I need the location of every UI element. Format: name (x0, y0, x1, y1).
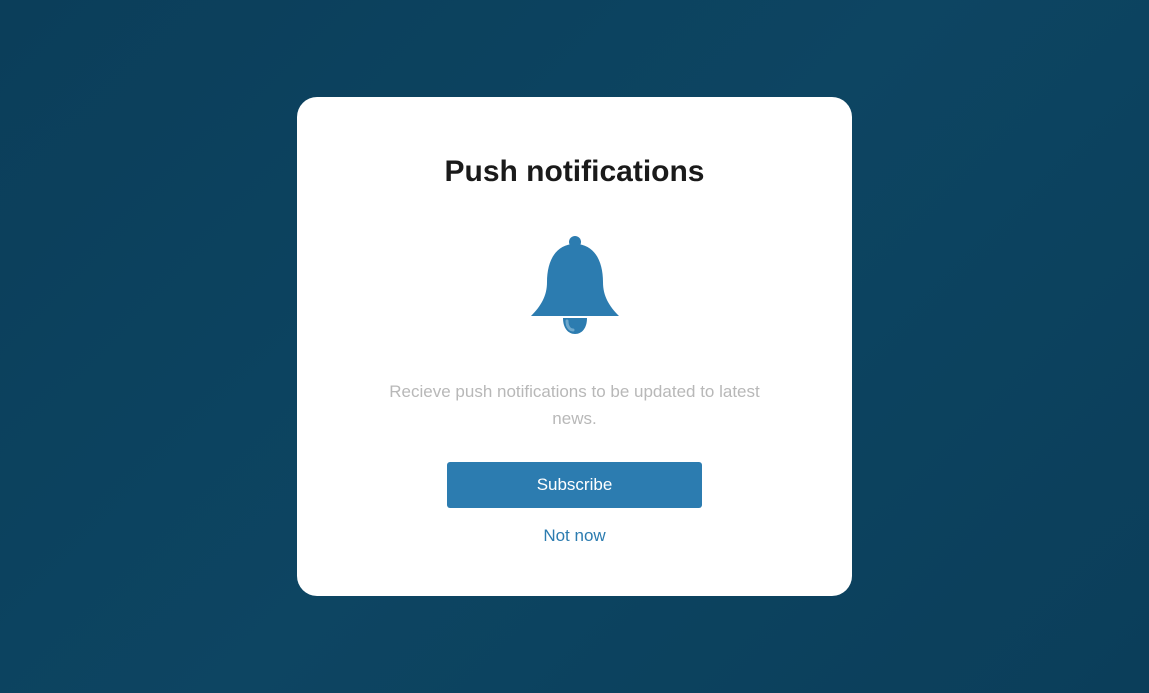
push-notifications-modal: Push notifications Recieve push notifica… (297, 97, 852, 596)
modal-description: Recieve push notifications to be updated… (357, 379, 792, 432)
not-now-link[interactable]: Not now (543, 526, 605, 546)
modal-title: Push notifications (357, 155, 792, 189)
subscribe-button[interactable]: Subscribe (447, 462, 702, 508)
bell-icon (525, 234, 625, 339)
bell-icon-wrapper (357, 234, 792, 339)
